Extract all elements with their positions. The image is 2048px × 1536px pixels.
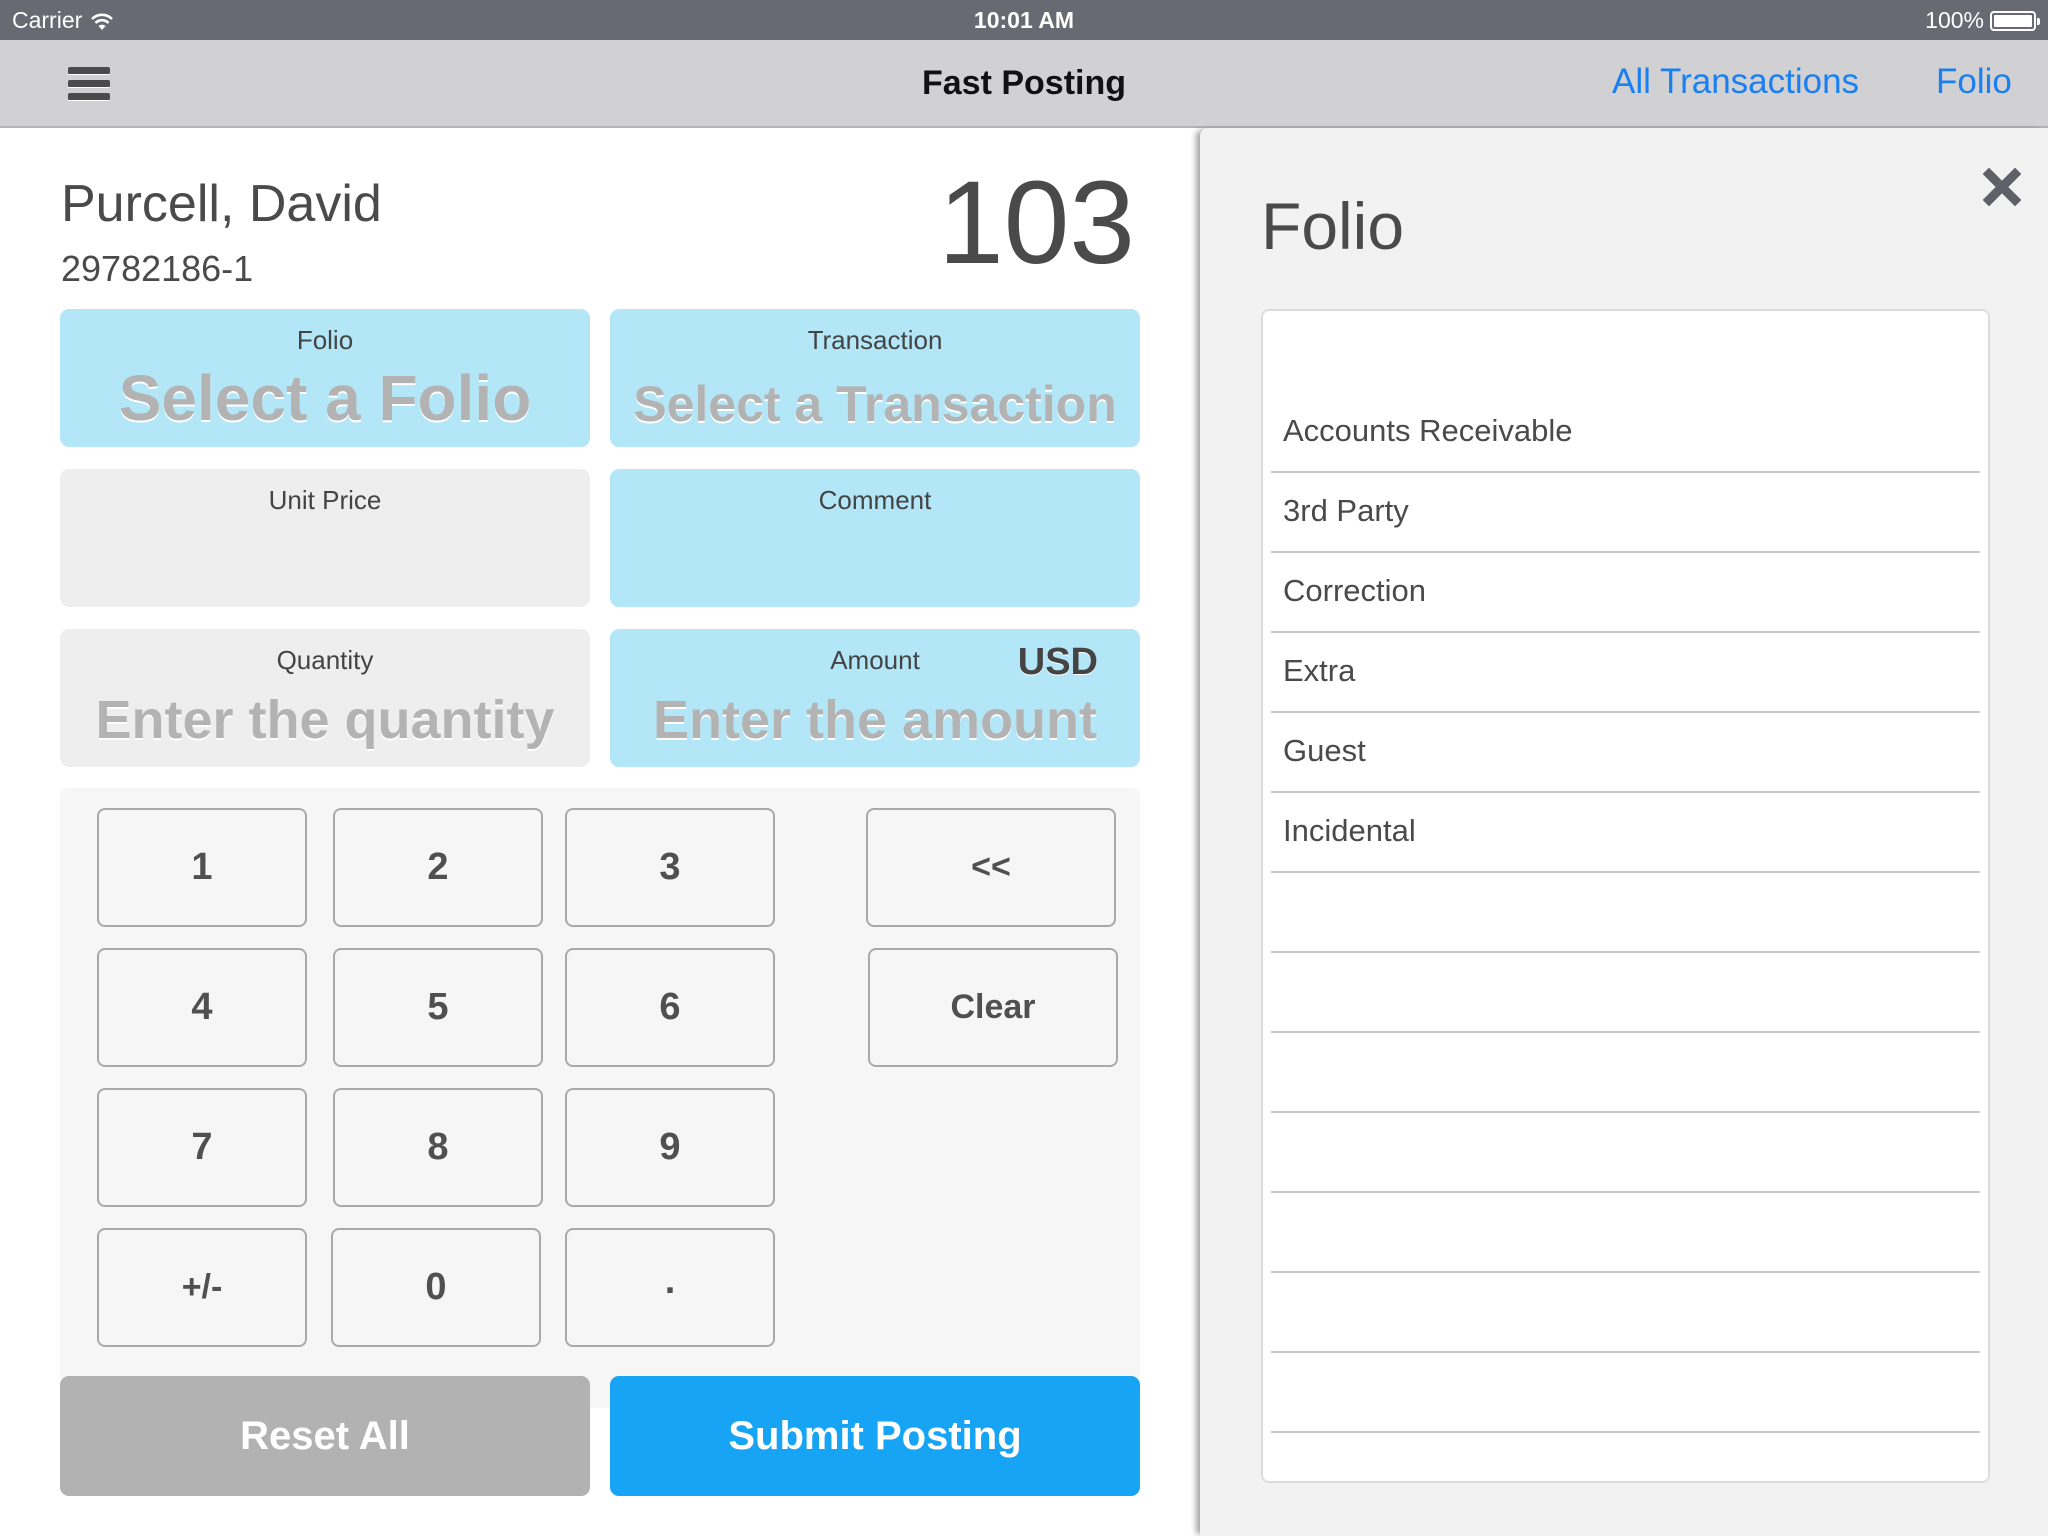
- key-9[interactable]: 9: [565, 1088, 775, 1207]
- currency-label: USD: [1017, 641, 1098, 683]
- transaction-field-label: Transaction: [807, 325, 943, 355]
- key-5[interactable]: 5: [333, 948, 543, 1067]
- folio-list-item[interactable]: 3rd Party: [1271, 473, 1980, 553]
- folio-link[interactable]: Folio: [1936, 62, 2012, 102]
- close-icon[interactable]: [1982, 167, 2022, 207]
- battery-percent: 100%: [1925, 7, 1984, 33]
- guest-id: 29782186-1: [61, 248, 254, 289]
- folio-list-empty-row: [1271, 1353, 1980, 1433]
- status-time: 10:01 AM: [973, 7, 1075, 33]
- navigation-bar: Fast Posting All Transactions Folio: [0, 40, 2048, 128]
- folio-field[interactable]: Folio Select a Folio: [60, 309, 590, 447]
- amount-placeholder: Enter the amount: [652, 690, 1098, 750]
- battery-icon: [1990, 10, 2040, 31]
- folio-list-item-label: Extra: [1283, 653, 1356, 688]
- folio-list-item[interactable]: Guest: [1271, 713, 1980, 793]
- folio-list-item-label: Accounts Receivable: [1283, 413, 1573, 448]
- list-header-spacer: [1263, 311, 1988, 393]
- room-number: 103: [938, 157, 1135, 289]
- folio-list-empty-row: [1271, 953, 1980, 1033]
- folio-list-item[interactable]: Extra: [1271, 633, 1980, 713]
- folio-list-empty-row: [1271, 1113, 1980, 1193]
- key-6[interactable]: 6: [565, 948, 775, 1067]
- folio-list-item[interactable]: Accounts Receivable: [1271, 393, 1980, 473]
- key-4[interactable]: 4: [97, 948, 307, 1067]
- unit-price-label: Unit Price: [268, 485, 382, 515]
- comment-field[interactable]: Comment: [610, 469, 1140, 607]
- battery-indicator: 100%: [1925, 7, 2040, 34]
- key-decimal[interactable]: .: [565, 1228, 775, 1347]
- key-1[interactable]: 1: [97, 808, 307, 927]
- key-7[interactable]: 7: [97, 1088, 307, 1207]
- key-0[interactable]: 0: [331, 1228, 541, 1347]
- folio-list-item[interactable]: Correction: [1271, 553, 1980, 633]
- folio-list-item[interactable]: Incidental: [1271, 793, 1980, 873]
- backspace-key[interactable]: <<: [866, 808, 1116, 927]
- folio-list-item-label: Correction: [1283, 573, 1426, 608]
- clear-key[interactable]: Clear: [868, 948, 1118, 1067]
- folio-list-empty-row: [1271, 1193, 1980, 1273]
- quantity-placeholder: Enter the quantity: [95, 690, 555, 750]
- folio-field-placeholder: Select a Folio: [118, 362, 532, 434]
- folio-panel-title: Folio: [1261, 189, 1405, 263]
- folio-list-empty-row: [1271, 1033, 1980, 1113]
- transaction-field[interactable]: Transaction Select a Transaction: [610, 309, 1140, 447]
- folio-list-item-label: 3rd Party: [1283, 493, 1409, 528]
- folio-list: Accounts Receivable 3rd Party Correction Ex…: [1261, 309, 1990, 1483]
- amount-field[interactable]: Amount USD Enter the amount: [610, 629, 1140, 767]
- key-2[interactable]: 2: [333, 808, 543, 927]
- folio-field-label: Folio: [296, 325, 354, 355]
- quantity-field[interactable]: Quantity Enter the quantity: [60, 629, 590, 767]
- folio-list-item-label: Incidental: [1283, 813, 1416, 848]
- key-plus-minus[interactable]: +/-: [97, 1228, 307, 1347]
- guest-name: Purcell, David: [61, 175, 382, 233]
- unit-price-field[interactable]: Unit Price: [60, 469, 590, 607]
- quantity-label: Quantity: [276, 645, 374, 675]
- reset-all-button[interactable]: Reset All: [60, 1376, 590, 1496]
- folio-list-item-label: Guest: [1283, 733, 1366, 768]
- folio-panel: Folio Accounts Receivable 3rd Party Correc…: [1200, 128, 2048, 1536]
- numeric-keypad: 1 2 3 << 4 5 6 Clear 7 8 9 +/- 0 .: [60, 788, 1140, 1408]
- transaction-field-placeholder: Select a Transaction: [633, 376, 1117, 432]
- status-bar: Carrier 10:01 AM 100%: [0, 0, 2048, 40]
- folio-list-empty-row: [1271, 1273, 1980, 1353]
- key-3[interactable]: 3: [565, 808, 775, 927]
- submit-posting-button[interactable]: Submit Posting: [610, 1376, 1140, 1496]
- key-8[interactable]: 8: [333, 1088, 543, 1207]
- folio-list-empty-row: [1271, 873, 1980, 953]
- comment-label: Comment: [818, 485, 932, 515]
- all-transactions-link[interactable]: All Transactions: [1612, 62, 1859, 102]
